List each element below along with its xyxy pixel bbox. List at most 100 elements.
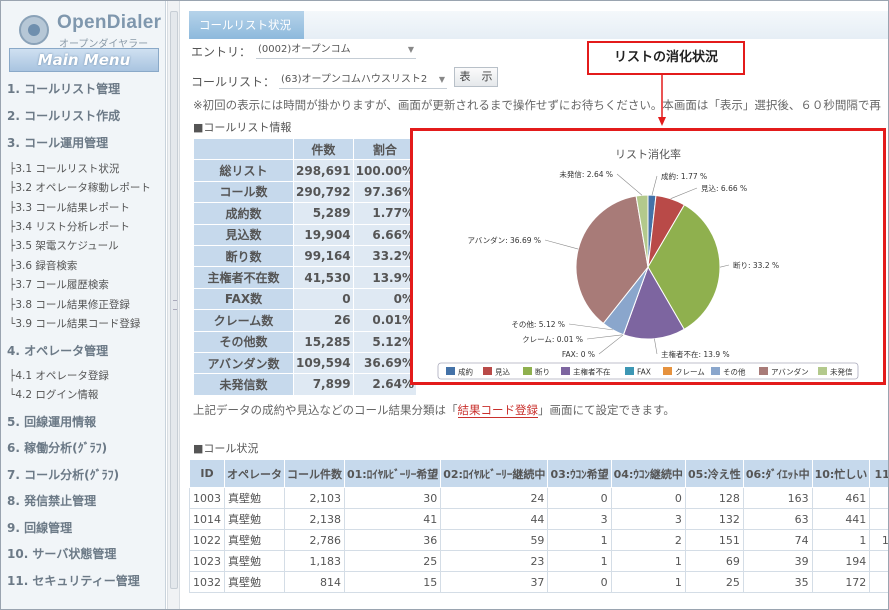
calls-cell: 1022 xyxy=(189,529,225,551)
calls-cell: 41 xyxy=(343,508,442,530)
summary-row-count: 0 xyxy=(293,287,354,311)
pie-leader-line xyxy=(670,187,698,199)
sidebar-subitem[interactable]: └4.2 ログイン情報 xyxy=(9,387,98,402)
calls-cell: 39 xyxy=(742,550,813,572)
sidebar-scrollbar[interactable] xyxy=(167,1,180,609)
calls-cell: 1 xyxy=(547,550,612,572)
sidebar-subitem[interactable]: ├3.5 架電スケジュール xyxy=(9,238,119,253)
calls-header-cell: コール件数 xyxy=(284,459,345,488)
footnote: 上記データの成約や見込などのコール結果分類は「結果コード登録」画面にて設定できま… xyxy=(193,402,675,418)
sidebar-subitem[interactable]: ├3.3 コール結果レポート xyxy=(9,200,130,215)
legend-item-label: FAX xyxy=(637,368,651,377)
calls-cell: 2,103 xyxy=(284,487,345,509)
sidebar-subitem[interactable]: ├3.8 コール結果修正登録 xyxy=(9,297,130,312)
legend-item-label: 未発信 xyxy=(830,367,853,377)
calls-cell: 3 xyxy=(547,508,612,530)
sidebar-item[interactable]: 7. コール分析(ｸﾞﾗﾌ) xyxy=(7,466,119,483)
calls-cell: 59 xyxy=(869,487,888,509)
sidebar-item[interactable]: 8. 発信禁止管理 xyxy=(7,492,96,509)
sidebar-subitem[interactable]: └3.9 コール結果コード登録 xyxy=(9,316,140,331)
calls-header-cell: 11:拒 xyxy=(869,459,888,488)
sidebar-item[interactable]: 5. 回線運用情報 xyxy=(7,413,96,430)
summary-table: 件数 割合 総リスト 298,691 100.00% コール数 290,792 97.36… xyxy=(193,137,418,396)
sidebar-item[interactable]: 6. 稼働分析(ｸﾞﾗﾌ) xyxy=(7,439,107,456)
pie-slice-label: その他: 5.12 % xyxy=(511,319,565,329)
result-code-link[interactable]: 結果コード登録 xyxy=(457,403,538,418)
calls-cell: 36 xyxy=(343,529,442,551)
calls-cell: 56 xyxy=(869,508,888,530)
calls-header-cell: 10:忙しい xyxy=(811,459,871,488)
calls-cell: 44 xyxy=(440,508,549,530)
legend-swatch xyxy=(446,367,455,375)
summary-row-count: 19,904 xyxy=(293,223,354,246)
legend-item-label: 主権者不在 xyxy=(573,367,611,377)
entry-select[interactable]: (0002)オープンコム ▼ xyxy=(256,41,416,59)
scrollbar-thumb[interactable] xyxy=(170,11,178,589)
pie-slice-label: FAX: 0 % xyxy=(562,350,595,359)
sidebar-item[interactable]: 4. オペレータ管理 xyxy=(7,342,108,359)
calls-cell: 1,183 xyxy=(284,550,345,572)
calls-header-cell: ID xyxy=(189,459,225,488)
table-row[interactable]: 1023真壁勉1,183252311693919436 xyxy=(189,550,888,572)
legend-item-label: その他 xyxy=(723,367,746,377)
sidebar-subitem[interactable]: ├3.6 録音検索 xyxy=(9,258,77,273)
sidebar-item[interactable]: 10. サーバ状態管理 xyxy=(7,545,116,562)
sidebar-item[interactable]: 11. セキュリティー管理 xyxy=(7,572,140,589)
pie-leader-line xyxy=(544,239,579,250)
calls-cell: 0 xyxy=(547,487,612,509)
logo-name: OpenDialer xyxy=(57,12,162,33)
show-button[interactable]: 表 示 xyxy=(454,67,498,87)
summary-row-count: 5,289 xyxy=(293,202,354,225)
legend-item-label: 見込 xyxy=(495,368,510,377)
sidebar-item[interactable]: 2. コールリスト作成 xyxy=(7,107,120,124)
summary-section-title: ■コールリスト情報 xyxy=(193,121,292,134)
legend-item-label: 断り xyxy=(535,367,550,377)
calls-cell: 132 xyxy=(684,508,744,530)
chevron-down-icon: ▼ xyxy=(438,75,445,84)
calls-cell: 36 xyxy=(869,550,888,572)
logo-icon xyxy=(19,15,49,45)
sidebar-item[interactable]: 9. 回線管理 xyxy=(7,519,72,536)
table-row[interactable]: 1032真壁勉814153701253517222 xyxy=(189,571,888,593)
calls-cell: 3 xyxy=(610,508,686,530)
legend-swatch xyxy=(759,367,768,375)
pie-leader-line xyxy=(586,334,624,340)
pie-slice-label: 未発信: 2.64 % xyxy=(559,169,613,179)
legend-item-label: 成約 xyxy=(458,367,473,377)
legend-item-label: クレーム xyxy=(675,368,705,377)
summary-row: 主権者不在数 41,530 13.9% xyxy=(193,266,418,289)
calls-header-cell: 02:ﾛｲﾔﾙﾋﾞｰﾘｰ継続中 xyxy=(440,459,549,488)
calls-cell: 1 xyxy=(610,571,686,593)
table-row[interactable]: 1022真壁勉2,7863659121517411,14 xyxy=(189,529,888,551)
callout-label: リストの消化状況 xyxy=(587,41,745,75)
summary-row-pct: 13.9% xyxy=(352,266,418,289)
summary-header-blank xyxy=(193,137,294,161)
legend-swatch xyxy=(663,367,672,375)
calls-header-cell: 06:ﾀﾞｲｴｯﾄ中 xyxy=(742,459,813,488)
sidebar-subitem[interactable]: ├3.4 リスト分析レポート xyxy=(9,219,130,234)
summary-row-count: 298,691 xyxy=(293,159,354,182)
calls-cell: 172 xyxy=(811,571,871,593)
summary-row: 成約数 5,289 1.77% xyxy=(193,202,418,225)
tab-bar: コールリスト状況 xyxy=(189,11,888,39)
calls-header-cell: 04:ｳｺﾝ継続中 xyxy=(610,459,686,488)
calls-cell: 真壁勉 xyxy=(224,529,285,551)
pie-slice-label: 主権者不在: 13.9 % xyxy=(661,349,730,359)
calls-cell: 194 xyxy=(811,550,871,572)
sidebar-item[interactable]: 3. コール運用管理 xyxy=(7,134,108,151)
calls-cell: 1 xyxy=(610,550,686,572)
sidebar-subitem[interactable]: ├3.1 コールリスト状況 xyxy=(9,161,119,176)
calllist-label: コールリスト： xyxy=(191,75,276,89)
legend-swatch xyxy=(818,367,827,375)
table-row[interactable]: 1003真壁勉2,10330240012816346159 xyxy=(189,487,888,509)
tab-calllist-status[interactable]: コールリスト状況 xyxy=(189,11,304,39)
table-row[interactable]: 1014真壁勉2,1384144331326344156 xyxy=(189,508,888,530)
sidebar-subitem[interactable]: ├3.2 オペレータ稼動レポート xyxy=(9,180,151,195)
calllist-select[interactable]: (63)オープンコムハウスリスト2 ▼ xyxy=(279,71,447,89)
legend-swatch xyxy=(483,367,492,375)
sidebar-subitem[interactable]: ├4.1 オペレータ登録 xyxy=(9,368,109,383)
calls-cell: 128 xyxy=(684,487,744,509)
sidebar-item[interactable]: 1. コールリスト管理 xyxy=(7,80,120,97)
summary-header-count: 件数 xyxy=(293,137,354,161)
sidebar-subitem[interactable]: ├3.7 コール履歴検索 xyxy=(9,277,109,292)
